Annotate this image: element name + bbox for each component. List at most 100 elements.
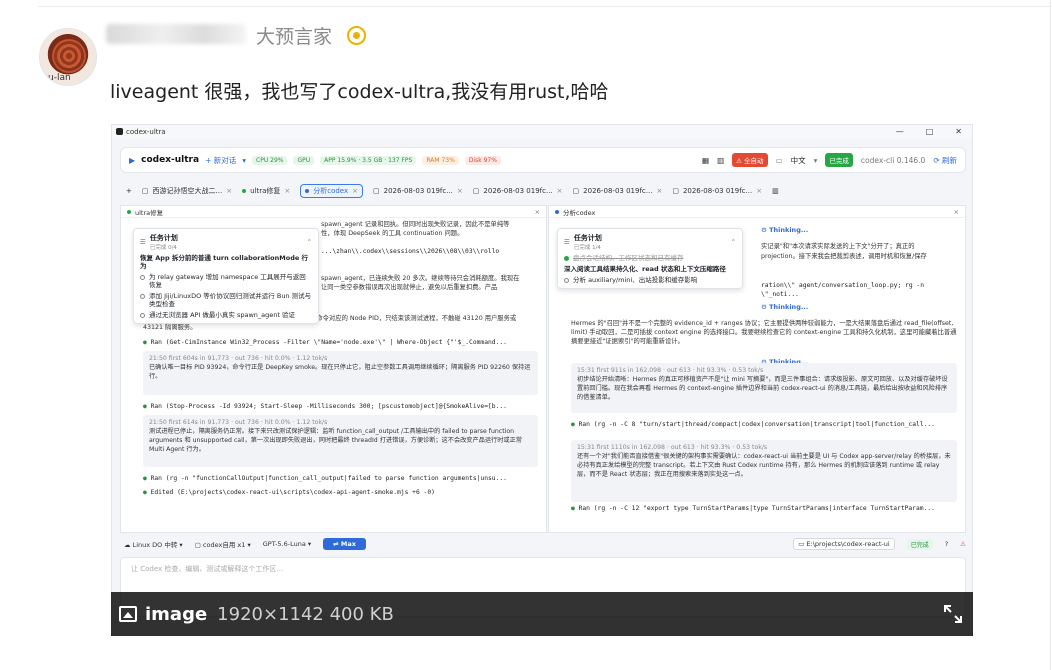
model-label: GPT-5.6-Luna	[262, 540, 306, 548]
message-snippet: spawn_agent 记录和回执。但同时出现失败记录，因此不是单纯等	[321, 221, 510, 228]
tab-label: 分析codex	[313, 187, 349, 195]
chevron-down-icon[interactable]: ▾	[242, 156, 246, 165]
tab-strip: + ▢ 西游记孙悟空大战二... × ultra修复 × 分析codex × ▢ 2026…	[120, 180, 966, 202]
model-select[interactable]: GPT-5.6-Luna ▾	[263, 540, 311, 548]
columns-icon[interactable]: ▥	[717, 156, 724, 165]
list-icon: ☰	[140, 238, 146, 246]
play-icon[interactable]: ▶	[129, 156, 135, 165]
command-line[interactable]: ● Ran (rg -n -C 12 "export type TurnStar…	[571, 504, 957, 513]
gpu-stat: GPU	[293, 155, 315, 165]
status-dot	[555, 209, 559, 214]
message-snippet: 实记录"和"本次请求实际发送的上下文"分开了；真正的	[761, 243, 915, 250]
tab-label: 2026-08-03 019fc...	[682, 187, 753, 195]
tab-2[interactable]: 分析codex ×	[300, 184, 364, 198]
status-dot	[127, 209, 131, 214]
tab-1[interactable]: ultra修复 ×	[242, 186, 290, 196]
close-tab-icon[interactable]: ×	[284, 187, 290, 195]
close-tab-icon[interactable]: ×	[226, 187, 232, 195]
command-line[interactable]: ● Ran (Get-CimInstance Win32_Process -Fi…	[143, 338, 538, 347]
close-icon[interactable]: ×	[954, 208, 965, 216]
pane-header: ultra修复 ×	[121, 206, 546, 218]
image-icon	[119, 606, 137, 622]
app-name: codex-ultra	[141, 155, 200, 165]
max-button[interactable]: ⇌ Max	[323, 538, 366, 550]
plan-item-label: 深入阅读工具结果持久化、read 状态和上下文压缩路径	[564, 265, 726, 273]
monitor-icon[interactable]: ▭	[776, 156, 783, 165]
plan-progress: 已完成 1/4	[573, 245, 601, 251]
message-meta: 21:50 first 614s in 91,773 · out 736 · h…	[149, 419, 328, 426]
help-icon[interactable]: ?	[945, 540, 948, 548]
message-meta: 15:31 first 911s in 162,098 · out 613 · …	[577, 367, 764, 374]
add-tab-button[interactable]: +	[126, 187, 132, 195]
command-text: Ran (Get-CimInstance Win32_Process -Filt…	[150, 339, 507, 346]
tab-5[interactable]: ▢ 2026-08-03 019fc... ×	[573, 187, 663, 195]
version-label: codex-cli 0.146.0	[860, 155, 926, 165]
pending-icon	[564, 277, 569, 283]
workspace-path[interactable]: ▭ E:\projects\codex-react-ui	[793, 538, 895, 550]
badge-icon	[347, 26, 366, 45]
plan-item: 恢复 App 拆分前的普通 turn collaborationMode 行为	[140, 254, 312, 270]
chat-icon: ▢	[672, 187, 679, 195]
env-select[interactable]: ☁ Linux DO 中转 ▾	[124, 539, 183, 549]
tab-0[interactable]: ▢ 西游记孙悟空大战二... ×	[142, 186, 232, 196]
window-title: codex-ultra	[126, 127, 166, 136]
refresh-button[interactable]: ⟳ 刷新	[933, 155, 957, 166]
chevron-up-icon[interactable]: ⌃	[307, 238, 312, 246]
left-pane: ultra修复 × spawn_agent 记录和回执。但同时出现失败记录，因此…	[120, 205, 547, 533]
close-button[interactable]: ✕	[955, 127, 962, 136]
close-tab-icon[interactable]: ×	[352, 187, 358, 195]
auto-mode-button[interactable]: ⚠ 全自动	[732, 153, 768, 167]
language-select[interactable]: 中文	[791, 155, 806, 166]
edited-line[interactable]: ● Edited (E:\projects\codex-react-ui\scr…	[143, 488, 538, 497]
thinking-label: Thinking...	[769, 303, 809, 311]
app-toolbar: ▶ codex-ultra + 新对话 ▾ CPU 29% GPU APP 15…	[120, 147, 966, 173]
status-badge: 已完成	[906, 538, 933, 550]
new-chat-button[interactable]: + 新对话	[205, 155, 236, 166]
username-redacted	[106, 24, 246, 44]
plan-item: 通过无浏览器 API 做最小真实 spawn_agent 验证	[140, 311, 312, 319]
tab-4[interactable]: ▢ 2026-08-03 019fc... ×	[473, 187, 563, 195]
command-line[interactable]: ● Ran (rg -n "functionCallOutput|functio…	[143, 474, 538, 483]
expand-icon[interactable]	[943, 604, 963, 624]
maximize-button[interactable]: □	[926, 127, 934, 136]
chevron-up-icon[interactable]: ⌃	[731, 238, 736, 246]
chevron-down-icon[interactable]: ▾	[814, 156, 818, 165]
message-meta: 15:31 first 1110s in 162,098 · out 613 ·…	[577, 444, 768, 451]
grid-icon[interactable]: ▥	[772, 187, 779, 195]
message-text: 还有一个对"我们能否直接借鉴"很关键的架构事实需要确认：codex-react-…	[577, 453, 951, 478]
post-page: u-lan 大预言家 liveagent 很强，我也写了codex-ultra,…	[0, 0, 1052, 670]
close-tab-icon[interactable]: ×	[656, 187, 662, 195]
image-caption-bar[interactable]: image 1920×1142 400 KB	[111, 592, 973, 636]
edited-text: Edited (E:\projects\codex-react-ui\scrip…	[150, 489, 435, 496]
warning-icon[interactable]: ⚠	[960, 540, 966, 548]
list-icon: ☰	[564, 238, 570, 246]
command-text: Ran (rg -n -C 12 "export type TurnStartP…	[578, 505, 935, 512]
disk-stat: Disk 97%	[464, 155, 501, 165]
agent-select[interactable]: ▢ codex自用 x1 ▾	[195, 539, 251, 549]
tab-6[interactable]: ▢ 2026-08-03 019fc... ×	[672, 187, 762, 195]
embedded-screenshot[interactable]: codex-ultra — □ ✕ ▶ codex-ultra + 新对话 ▾ …	[111, 124, 973, 636]
composer-toolbar: ☁ Linux DO 中转 ▾ ▢ codex自用 x1 ▾ GPT-5.6-L…	[120, 535, 966, 553]
thinking-indicator: ⚙ Thinking...	[761, 226, 809, 234]
task-plan-popup[interactable]: ☰ 任务计划 已完成 1/4 ⌃ 盘点会话结构、工作区状态和已有缓存 深入阅读工…	[557, 228, 743, 289]
check-icon	[564, 255, 569, 261]
close-tab-icon[interactable]: ×	[557, 187, 563, 195]
message-block: 15:31 first 911s in 162,098 · out 613 · …	[571, 363, 957, 413]
minimize-button[interactable]: —	[896, 127, 904, 136]
avatar[interactable]: u-lan	[39, 28, 97, 86]
message-text: 测试进程已停止，隔离服务仍正常。接下来只改测试保护逻辑：监听 function_…	[149, 428, 522, 453]
close-tab-icon[interactable]: ×	[457, 187, 463, 195]
close-tab-icon[interactable]: ×	[756, 187, 762, 195]
pane-title: 分析codex	[563, 208, 596, 217]
close-icon[interactable]: ×	[535, 208, 546, 216]
layout-icon[interactable]: ▦	[702, 156, 709, 165]
app-stat: APP 15.9% · 3.5 GB · 137 FPS	[320, 155, 417, 165]
tab-3[interactable]: ▢ 2026-08-03 019fc... ×	[373, 187, 463, 195]
command-text: Ran (rg -n "functionCallOutput|function_…	[150, 475, 507, 482]
task-plan-popup[interactable]: ☰ 任务计划 已完成 0/4 ⌃ 恢复 App 拆分前的普通 turn coll…	[133, 228, 319, 324]
divider	[1050, 0, 1051, 670]
command-line[interactable]: ● Ran (rg -n -C 8 "turn/start|thread/com…	[571, 420, 957, 429]
message-block: 15:31 first 1110s in 162,098 · out 613 ·…	[571, 440, 957, 502]
ram-stat: RAM 73%	[422, 155, 459, 165]
command-line[interactable]: ● Ran (Stop-Process -Id 93924; Start-Sle…	[143, 402, 538, 411]
